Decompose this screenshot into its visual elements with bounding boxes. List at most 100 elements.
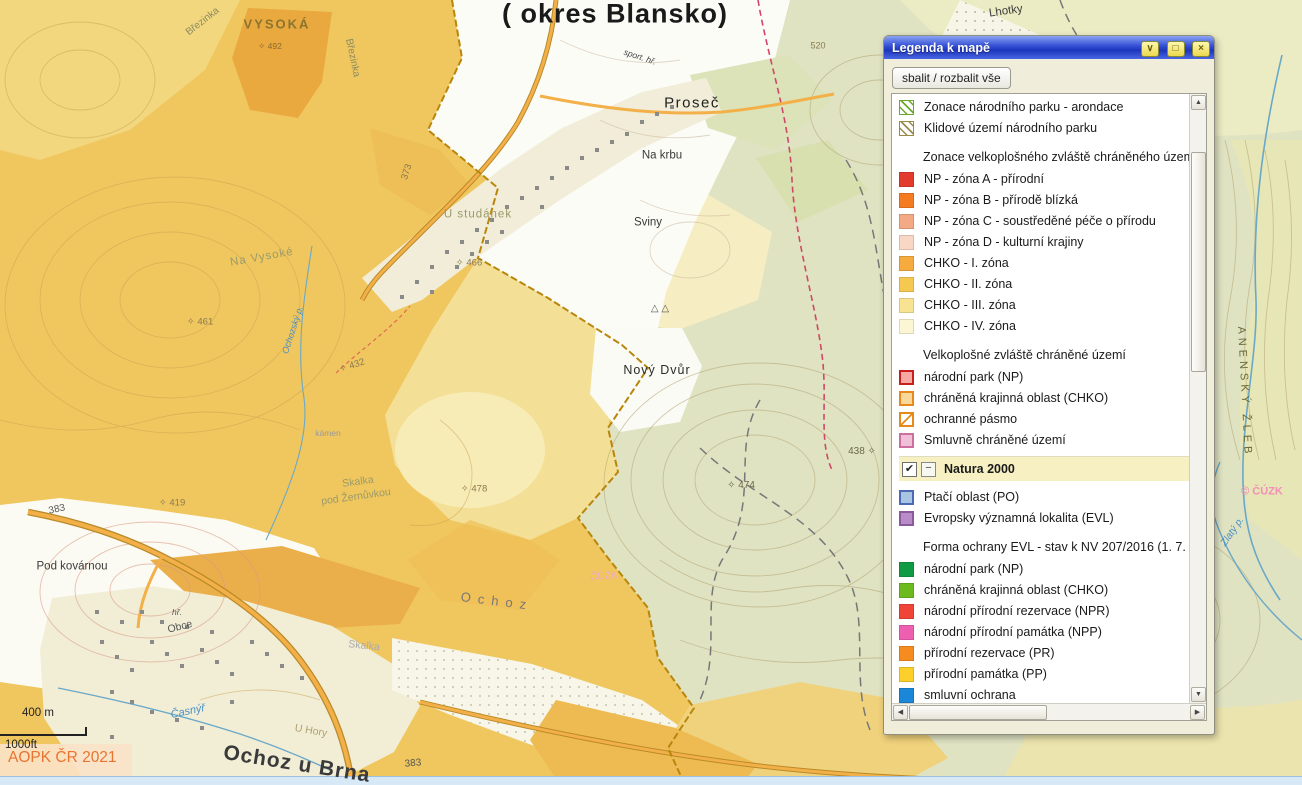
legend-title: Legenda k mapě	[892, 41, 1138, 55]
legend-horizontal-scrollbar[interactable]: ◀ ▶	[892, 703, 1206, 720]
scale-label-metric: 400 m	[22, 707, 54, 719]
legend-group-header: Velkoplošné zvláště chráněné území	[899, 345, 1189, 365]
legend-item-label: NP - zóna A - přírodní	[924, 172, 1044, 186]
legend-vertical-scrollbar[interactable]: ▲ ▼	[1189, 94, 1206, 703]
legend-item-label: Evropsky významná lokalita (EVL)	[924, 511, 1114, 525]
legend-swatch	[899, 214, 914, 229]
horizontal-scroll-thumb[interactable]	[909, 705, 1047, 720]
scroll-up-button[interactable]: ▲	[1191, 95, 1206, 110]
legend-item-label: NP - zóna D - kulturní krajiny	[924, 235, 1084, 249]
collapse-button[interactable]: ∨	[1141, 41, 1159, 57]
legend-item: národní park (NP)	[899, 367, 1189, 387]
legend-item: Evropsky významná lokalita (EVL)	[899, 508, 1189, 528]
legend-item: smluvní ochrana	[899, 685, 1189, 703]
legend-swatch	[899, 256, 914, 271]
chevron-down-icon: ∨	[1146, 43, 1153, 54]
legend-panel: Legenda k mapě ∨ □ × sbalit / rozbalit v…	[883, 35, 1215, 735]
legend-swatch	[899, 583, 914, 598]
legend-swatch	[899, 667, 914, 682]
attribution-label: AOPK ČR 2021	[8, 749, 117, 767]
legend-item: národní přírodní památka (NPP)	[899, 622, 1189, 642]
legend-item: přírodní rezervace (PR)	[899, 643, 1189, 663]
square-icon: □	[1173, 43, 1179, 54]
legend-item: CHKO - III. zóna	[899, 295, 1189, 315]
legend-item: chráněná krajinná oblast (CHKO)	[899, 580, 1189, 600]
legend-swatch	[899, 625, 914, 640]
legend-swatch	[899, 511, 914, 526]
scroll-right-button[interactable]: ▶	[1190, 705, 1205, 720]
legend-item: Ptačí oblast (PO)	[899, 487, 1189, 507]
arrow-left-icon: ◀	[898, 709, 903, 716]
legend-item-label: národní přírodní rezervace (NPR)	[924, 604, 1110, 618]
legend-swatch	[899, 235, 914, 250]
legend-item: CHKO - I. zóna	[899, 253, 1189, 273]
legend-item-label: CHKO - I. zóna	[924, 256, 1009, 270]
legend-item: NP - zóna D - kulturní krajiny	[899, 232, 1189, 252]
legend-swatch	[899, 172, 914, 187]
vertical-scroll-thumb[interactable]	[1191, 152, 1206, 372]
legend-item: ochranné pásmo	[899, 409, 1189, 429]
legend-swatch	[899, 277, 914, 292]
legend-item-label: přírodní památka (PP)	[924, 667, 1047, 681]
arrow-right-icon: ▶	[1195, 709, 1200, 716]
legend-item: chráněná krajinná oblast (CHKO)	[899, 388, 1189, 408]
window-buttons: ∨ □ ×	[1138, 38, 1210, 57]
legend-item: národní park (NP)	[899, 559, 1189, 579]
map-application: ( okres Blansko)Prosečsport. hř.Na krbuS…	[0, 0, 1302, 785]
legend-item: NP - zóna A - přírodní	[899, 169, 1189, 189]
legend-item-label: národní park (NP)	[924, 562, 1023, 576]
legend-item-label: NP - zóna C - soustředěné péče o přírodu	[924, 214, 1156, 228]
scroll-down-button[interactable]: ▼	[1191, 687, 1206, 702]
legend-swatch	[899, 433, 914, 448]
arrow-down-icon: ▼	[1195, 691, 1202, 698]
legend-swatch	[899, 562, 914, 577]
legend-swatch	[899, 604, 914, 619]
legend-group-header: Forma ochrany EVL - stav k NV 207/2016 (…	[899, 537, 1189, 557]
legend-item-label: Ptačí oblast (PO)	[924, 490, 1019, 504]
legend-swatch	[899, 193, 914, 208]
legend-item-label: smluvní ochrana	[924, 688, 1016, 702]
toggle-all-button[interactable]: sbalit / rozbalit vše	[892, 67, 1011, 89]
legend-rows: Zonace národního parku - arondaceKlidové…	[892, 96, 1189, 703]
legend-item-label: národní park (NP)	[924, 370, 1023, 384]
legend-swatch	[899, 100, 914, 115]
legend-item-label: NP - zóna B - přírodě blízká	[924, 193, 1078, 207]
legend-item-natura-2000[interactable]: ✔−Natura 2000	[899, 456, 1189, 481]
legend-titlebar[interactable]: Legenda k mapě ∨ □ ×	[884, 36, 1214, 59]
legend-item: Klidové území národního parku	[899, 118, 1189, 138]
legend-swatch	[899, 646, 914, 661]
legend-swatch	[899, 490, 914, 505]
legend-swatch	[899, 688, 914, 703]
legend-swatch	[899, 121, 914, 136]
legend-item-label: ochranné pásmo	[924, 412, 1017, 426]
legend-item: národní přírodní rezervace (NPR)	[899, 601, 1189, 621]
legend-item-label: Smluvně chráněné území	[924, 433, 1066, 447]
bottom-strip	[0, 776, 1302, 785]
maximize-button[interactable]: □	[1167, 41, 1185, 57]
legend-item: přírodní památka (PP)	[899, 664, 1189, 684]
legend-item: Smluvně chráněné území	[899, 430, 1189, 450]
legend-swatch	[899, 298, 914, 313]
legend-item-label: Klidové území národního parku	[924, 121, 1097, 135]
close-icon: ×	[1198, 43, 1204, 54]
legend-swatch	[899, 370, 914, 385]
legend-item-label: CHKO - IV. zóna	[924, 319, 1016, 333]
close-button[interactable]: ×	[1192, 41, 1210, 57]
legend-item-label: CHKO - III. zóna	[924, 298, 1016, 312]
legend-item-label: přírodní rezervace (PR)	[924, 646, 1055, 660]
legend-swatch	[899, 319, 914, 334]
legend-item: NP - zóna C - soustředěné péče o přírodu	[899, 211, 1189, 231]
natura-collapse-toggle[interactable]: −	[921, 462, 936, 477]
legend-group-header: Zonace velkoplošného zvláště chráněného …	[899, 147, 1189, 167]
legend-item-label: chráněná krajinná oblast (CHKO)	[924, 583, 1108, 597]
legend-list: Zonace národního parku - arondaceKlidové…	[891, 93, 1207, 721]
scroll-left-button[interactable]: ◀	[893, 705, 908, 720]
legend-item-label: Natura 2000	[944, 462, 1015, 476]
legend-item: NP - zóna B - přírodě blízká	[899, 190, 1189, 210]
legend-swatch	[899, 391, 914, 406]
legend-item: CHKO - II. zóna	[899, 274, 1189, 294]
legend-item-label: chráněná krajinná oblast (CHKO)	[924, 391, 1108, 405]
legend-item-label: národní přírodní památka (NPP)	[924, 625, 1102, 639]
legend-item: CHKO - IV. zóna	[899, 316, 1189, 336]
natura-checkbox[interactable]: ✔	[902, 462, 917, 477]
